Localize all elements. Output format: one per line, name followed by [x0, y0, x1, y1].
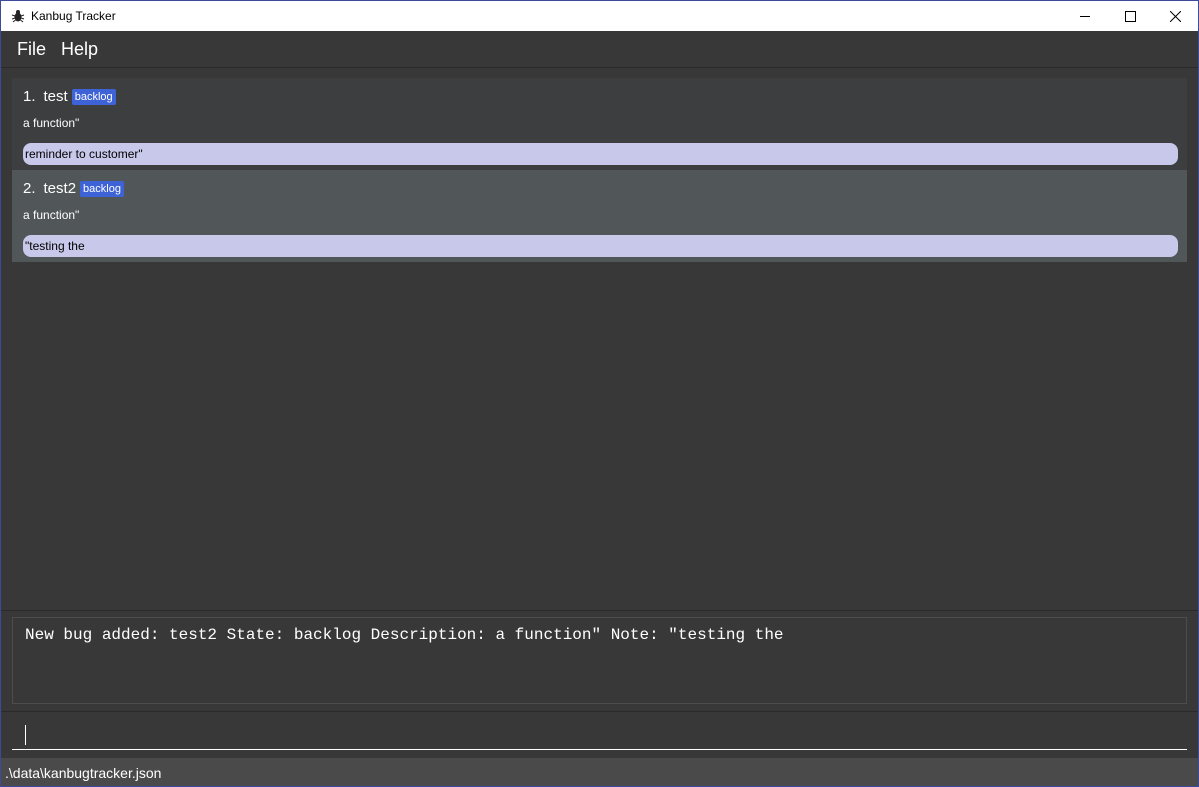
command-pane	[1, 711, 1198, 757]
bug-name: test	[43, 88, 68, 105]
close-icon	[1169, 10, 1181, 22]
minimize-icon	[1079, 15, 1090, 17]
menu-bar: File Help	[1, 31, 1198, 68]
app-window: Kanbug Tracker File Help 1.testbacklog	[0, 0, 1199, 787]
command-input[interactable]	[12, 718, 1187, 750]
title-bar[interactable]: Kanbug Tracker	[1, 1, 1198, 31]
close-button[interactable]	[1152, 1, 1198, 31]
state-badge: backlog	[80, 181, 124, 197]
status-bar: .\data\kanbugtracker.json	[1, 758, 1198, 786]
menu-help[interactable]: Help	[61, 39, 98, 59]
result-display[interactable]: New bug added: test2 State: backlog Desc…	[12, 617, 1187, 704]
minimize-button[interactable]	[1062, 1, 1108, 31]
maximize-button[interactable]	[1107, 1, 1153, 31]
bug-title: 2. test2 backlog	[23, 180, 124, 198]
result-text: New bug added: test2 State: backlog Desc…	[25, 626, 784, 644]
maximize-icon	[1124, 10, 1136, 22]
bug-card[interactable]: 2. test2 backlog a function" "testing the	[12, 170, 1187, 262]
bug-title: 1. test backlog	[23, 88, 116, 106]
bug-card[interactable]: 1. test backlog a function" reminder to cu…	[12, 78, 1187, 170]
bug-description: a function"	[23, 208, 80, 222]
result-pane: New bug added: test2 State: backlog Desc…	[1, 610, 1198, 711]
bug-note: reminder to customer"	[23, 143, 1178, 165]
bug-list[interactable]: 1. test backlog a function" reminder to cu…	[12, 78, 1187, 262]
bug-index: 1.	[23, 88, 36, 105]
menu-file[interactable]: File	[17, 39, 46, 59]
text-caret	[25, 725, 26, 745]
bug-description: a function"	[23, 116, 80, 130]
bug-index: 2.	[23, 180, 36, 197]
window-title: Kanbug Tracker	[31, 9, 116, 23]
bug-name: test2	[43, 180, 77, 197]
bug-icon	[11, 10, 25, 23]
save-file-path: .\data\kanbugtracker.json	[5, 765, 162, 781]
state-badge: backlog	[71, 89, 116, 105]
bug-note: "testing the	[23, 235, 1178, 257]
